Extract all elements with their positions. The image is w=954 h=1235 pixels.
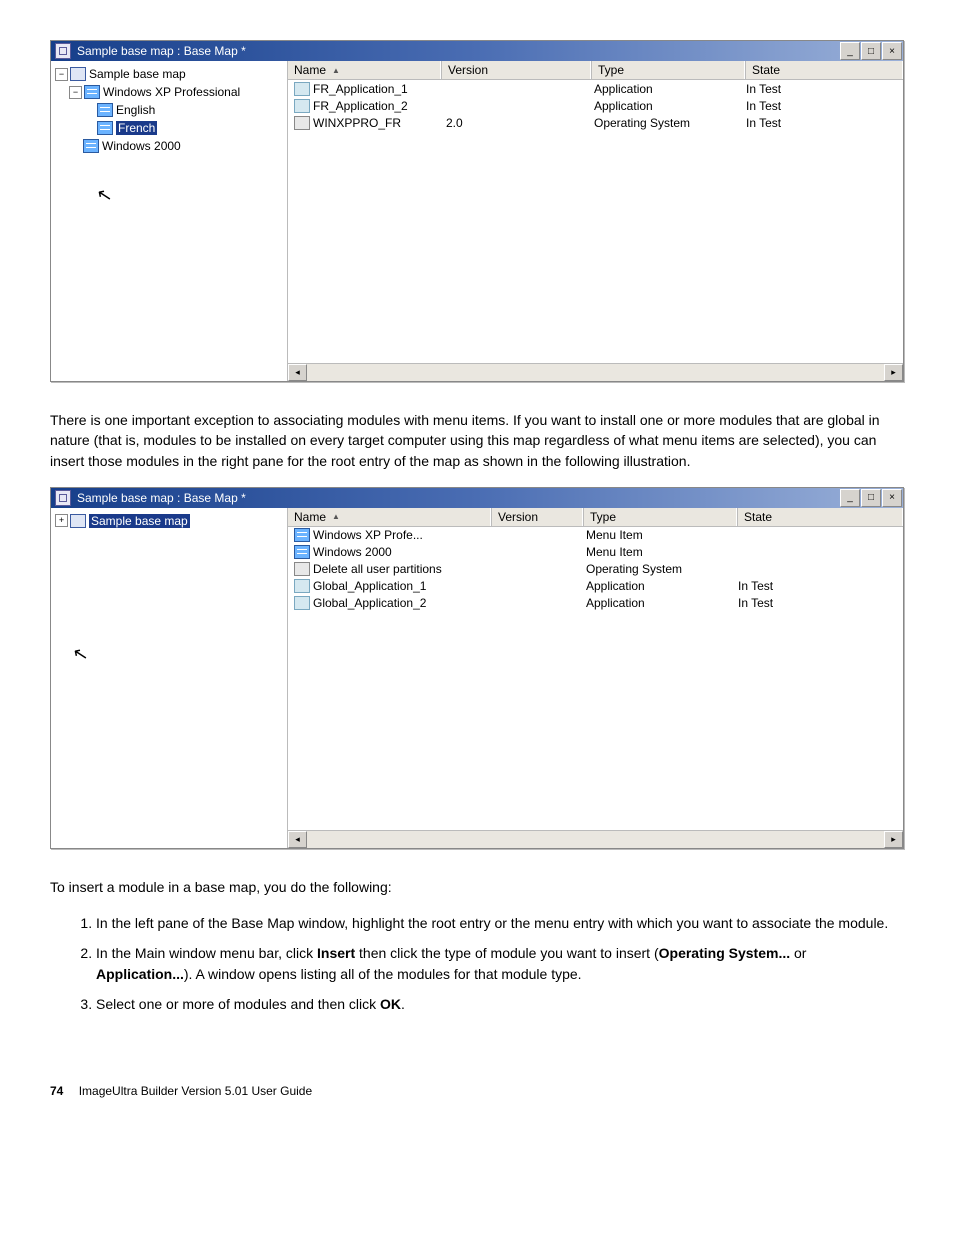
maximize-button[interactable]: □ [861, 489, 881, 507]
tree-node-label[interactable]: Windows 2000 [102, 139, 181, 153]
window-title: Sample base map : Base Map * [77, 491, 840, 505]
step-item: Select one or more of modules and then c… [96, 994, 904, 1014]
list-row[interactable]: Windows 2000 Menu Item [288, 544, 903, 561]
scroll-gap [577, 831, 884, 848]
col-type-header[interactable]: Type [591, 61, 745, 79]
steps-list: In the left pane of the Base Map window,… [50, 913, 904, 1014]
page-number: 74 [50, 1084, 63, 1098]
scroll-left-button[interactable]: ◂ [288, 831, 307, 848]
list-row[interactable]: FR_Application_2 Application In Test [288, 97, 903, 114]
expander-icon[interactable]: − [55, 68, 68, 81]
window-controls: _ □ × [840, 42, 903, 60]
scroll-right-button[interactable]: ▸ [884, 364, 903, 381]
expander-icon[interactable]: + [55, 514, 68, 527]
minimize-button[interactable]: _ [840, 489, 860, 507]
list-pane: Name▲ Version Type State Windows XP Prof… [288, 508, 903, 848]
list-pane: Name▲ Version Type State FR_Application_… [288, 61, 903, 381]
list-row[interactable]: Windows XP Profe... Menu Item [288, 527, 903, 544]
list-row[interactable]: WINXPPRO_FR 2.0 Operating System In Test [288, 114, 903, 131]
list-row[interactable]: Delete all user partitions Operating Sys… [288, 561, 903, 578]
cursor-icon: ↖ [71, 643, 90, 667]
base-map-window-2: Sample base map : Base Map * _ □ × + Sam… [50, 487, 904, 849]
col-name-header[interactable]: Name▲ [288, 508, 491, 526]
expander-icon[interactable]: − [69, 86, 82, 99]
horizontal-scrollbar[interactable]: ◂ ▸ [288, 830, 903, 848]
menu-item-icon [97, 121, 113, 135]
application-icon [294, 596, 310, 610]
col-state-header[interactable]: State [737, 508, 903, 526]
window-title: Sample base map : Base Map * [77, 44, 840, 58]
titlebar[interactable]: Sample base map : Base Map * _ □ × [51, 488, 903, 508]
list-body[interactable]: FR_Application_1 Application In Test FR_… [288, 80, 903, 363]
application-icon [294, 99, 310, 113]
window-icon [55, 490, 71, 506]
tree-pane[interactable]: + Sample base map ↖ [51, 508, 288, 848]
body-paragraph: There is one important exception to asso… [50, 410, 904, 471]
scroll-left-button[interactable]: ◂ [288, 364, 307, 381]
scroll-track[interactable] [307, 364, 557, 381]
close-button[interactable]: × [882, 42, 902, 60]
list-row[interactable]: FR_Application_1 Application In Test [288, 80, 903, 97]
sort-asc-icon: ▲ [332, 66, 340, 75]
window-controls: _ □ × [840, 489, 903, 507]
menu-item-icon [294, 545, 310, 559]
col-version-header[interactable]: Version [491, 508, 583, 526]
os-icon [294, 562, 310, 576]
scroll-right-button[interactable]: ▸ [884, 831, 903, 848]
application-icon [294, 579, 310, 593]
page-footer: 74 ImageUltra Builder Version 5.01 User … [50, 1084, 904, 1098]
sort-asc-icon: ▲ [332, 512, 340, 521]
map-icon [70, 514, 86, 528]
tree-node-label[interactable]: Windows XP Professional [103, 85, 240, 99]
maximize-button[interactable]: □ [861, 42, 881, 60]
tree-node-label[interactable]: English [116, 103, 155, 117]
footer-text: ImageUltra Builder Version 5.01 User Gui… [79, 1084, 312, 1098]
step-item: In the left pane of the Base Map window,… [96, 913, 904, 933]
list-header: Name▲ Version Type State [288, 508, 903, 527]
scroll-gap [557, 364, 884, 381]
menu-item-icon [97, 103, 113, 117]
tree-root-selected[interactable]: Sample base map [89, 514, 190, 528]
col-name-header[interactable]: Name▲ [288, 61, 441, 79]
menu-item-icon [294, 528, 310, 542]
minimize-button[interactable]: _ [840, 42, 860, 60]
list-header: Name▲ Version Type State [288, 61, 903, 80]
list-row[interactable]: Global_Application_1 Application In Test [288, 578, 903, 595]
col-version-header[interactable]: Version [441, 61, 591, 79]
scroll-track[interactable] [307, 831, 577, 848]
base-map-window-1: Sample base map : Base Map * _ □ × − Sam… [50, 40, 904, 382]
close-button[interactable]: × [882, 489, 902, 507]
step-item: In the Main window menu bar, click Inser… [96, 943, 904, 984]
tree-root-label[interactable]: Sample base map [89, 67, 186, 81]
map-icon [70, 67, 86, 81]
list-body[interactable]: Windows XP Profe... Menu Item Windows 20… [288, 527, 903, 830]
horizontal-scrollbar[interactable]: ◂ ▸ [288, 363, 903, 381]
window-icon [55, 43, 71, 59]
col-state-header[interactable]: State [745, 61, 903, 79]
titlebar[interactable]: Sample base map : Base Map * _ □ × [51, 41, 903, 61]
application-icon [294, 82, 310, 96]
os-icon [294, 116, 310, 130]
tree-pane[interactable]: − Sample base map − Windows XP Professio… [51, 61, 288, 381]
col-type-header[interactable]: Type [583, 508, 737, 526]
body-paragraph: To insert a module in a base map, you do… [50, 877, 904, 897]
menu-item-icon [83, 139, 99, 153]
cursor-icon: ↖ [95, 184, 114, 208]
list-row[interactable]: Global_Application_2 Application In Test [288, 595, 903, 612]
tree-node-selected[interactable]: French [116, 121, 157, 135]
menu-item-icon [84, 85, 100, 99]
